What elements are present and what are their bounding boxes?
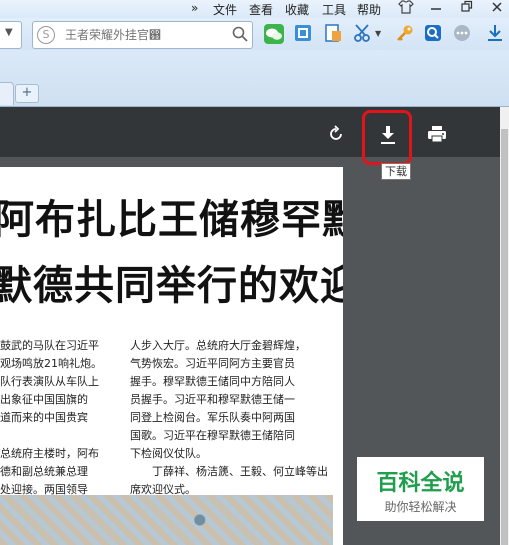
article-line: 观场鸣放21响礼炮。 bbox=[0, 357, 102, 370]
article-line: 人步入大厅。总统府大厅金碧辉煌， bbox=[130, 339, 306, 352]
key-icon[interactable] bbox=[395, 23, 417, 45]
article-line: 出象征中国国旗的 bbox=[0, 393, 88, 406]
search-icon[interactable] bbox=[232, 26, 248, 46]
article-line: 同登上检阅台。军乐队奏中阿两国 bbox=[130, 411, 295, 424]
download-highlight-box bbox=[362, 110, 412, 165]
address-dropdown[interactable]: ▼ bbox=[0, 21, 22, 49]
article-line bbox=[0, 427, 108, 445]
scrollbar-thumb[interactable] bbox=[501, 129, 508, 545]
article-left-column: 鼓武的马队在习近平 观场鸣放21响礼炮。 队行表演队从车队上 出象征中国国旗的 … bbox=[0, 337, 108, 499]
watermark-title: 百科全说 bbox=[376, 471, 465, 496]
search-engine-logo-icon[interactable]: S bbox=[37, 26, 55, 44]
article-line: 员握手。习近平和穆罕默德王储一 bbox=[130, 393, 295, 406]
menu-overflow-chevron[interactable]: » bbox=[191, 1, 198, 15]
search-input[interactable] bbox=[63, 25, 227, 45]
notes-icon[interactable] bbox=[323, 23, 345, 45]
article-line: 德和副总统兼总理 bbox=[0, 465, 88, 478]
article-line: 鼓武的马队在习近平 bbox=[0, 339, 99, 352]
download-manager-icon[interactable] bbox=[485, 23, 507, 45]
scissors-icon[interactable] bbox=[353, 23, 375, 45]
article-line: 总统府主楼时，阿布 bbox=[0, 447, 99, 460]
menu-file[interactable]: 文件 bbox=[213, 1, 237, 18]
screenshot-tool-icon[interactable] bbox=[293, 23, 315, 45]
tab-bar: + bbox=[0, 50, 509, 107]
toolbar: ▼ S ▼ bbox=[0, 18, 509, 50]
article-right-column: 人步入大厅。总统府大厅金碧辉煌， 气势恢宏。习近平同阿方主要官员 握手。穆罕默德… bbox=[130, 337, 335, 499]
article-line: 道而来的中国贵宾 bbox=[0, 411, 88, 424]
watermark-logo: 百科全说 助你轻松解决 bbox=[357, 457, 484, 521]
watermark-subtitle: 助你轻松解决 bbox=[384, 500, 457, 514]
article-photo bbox=[0, 495, 333, 545]
article-line: 气势恢宏。习近平同阿方主要官员 bbox=[130, 357, 295, 370]
menu-tools[interactable]: 工具 bbox=[322, 1, 346, 18]
article-line: 握手。穆罕默德王储同中方陪同人 bbox=[130, 375, 295, 388]
article-line: 下检阅仪仗队。 bbox=[130, 447, 207, 460]
download-tooltip: 下载 bbox=[381, 163, 411, 180]
headline-line-2: 默德共同举行的欢迎仪式 bbox=[0, 262, 343, 309]
print-icon[interactable] bbox=[427, 124, 447, 148]
article-line: 国歌。习近平在穆罕默德王储陪同 bbox=[130, 429, 295, 442]
menu-view[interactable]: 查看 bbox=[249, 1, 273, 18]
close-icon[interactable] bbox=[491, 0, 503, 18]
menu-bar: » 文件 查看 收藏 工具 帮助 bbox=[0, 0, 509, 18]
pdf-viewer: 下载 阿布扎比王储穆罕默德 默德共同举行的欢迎仪式 鼓武的马队在习近平 观场鸣放… bbox=[0, 107, 500, 545]
pdf-page: 阿布扎比王储穆罕默德 默德共同举行的欢迎仪式 鼓武的马队在习近平 观场鸣放21响… bbox=[0, 167, 343, 545]
skin-shirt-icon[interactable] bbox=[398, 0, 414, 18]
vertical-scrollbar[interactable] bbox=[500, 107, 509, 545]
article-line: 丁薛祥、杨洁篪、王毅、何立峰等出 bbox=[130, 465, 328, 478]
scissors-dropdown-chevron-icon[interactable]: ▼ bbox=[375, 29, 383, 51]
menu-help[interactable]: 帮助 bbox=[357, 1, 381, 18]
translate-search-icon[interactable] bbox=[423, 23, 445, 45]
chevron-down-icon: ▼ bbox=[5, 27, 13, 38]
more-options-icon[interactable] bbox=[452, 23, 474, 45]
minimize-icon[interactable] bbox=[430, 0, 442, 18]
menu-favorites[interactable]: 收藏 bbox=[285, 1, 309, 18]
headline-line-1: 阿布扎比王储穆罕默德 bbox=[0, 196, 343, 243]
wechat-icon[interactable] bbox=[263, 23, 285, 45]
tab-partial[interactable] bbox=[0, 82, 14, 105]
pdf-toolbar bbox=[0, 107, 500, 157]
search-box: S bbox=[32, 21, 253, 49]
article-line: 队行表演队从车队上 bbox=[0, 375, 99, 388]
new-tab-button[interactable]: + bbox=[15, 84, 39, 103]
rotate-icon[interactable] bbox=[327, 125, 345, 147]
restore-icon[interactable] bbox=[461, 0, 473, 18]
